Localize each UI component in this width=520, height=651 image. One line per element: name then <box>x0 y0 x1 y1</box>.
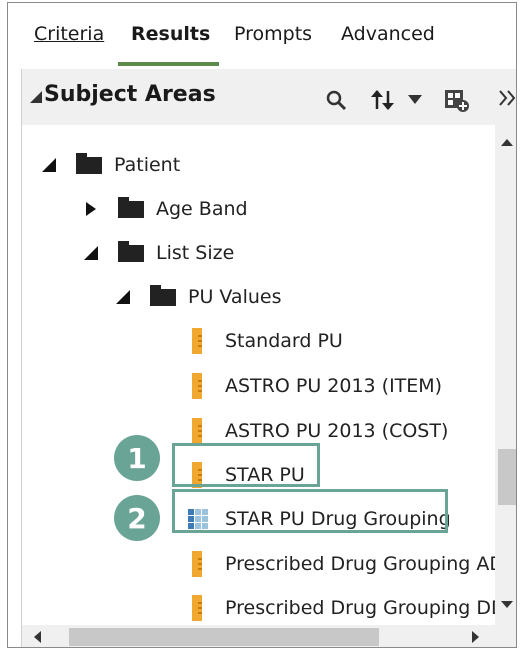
callout-box-1 <box>172 443 320 487</box>
folder-icon <box>118 240 144 262</box>
analysis-editor: Criteria Results Prompts Advanced Subjec… <box>7 2 517 648</box>
tree-item-astro-pu-item[interactable]: ASTRO PU 2013 (ITEM) <box>192 370 442 402</box>
measure-icon <box>192 595 202 621</box>
scroll-right-icon[interactable] <box>472 631 479 643</box>
tab-advanced[interactable]: Advanced <box>341 23 435 45</box>
scroll-up-icon[interactable] <box>501 139 513 146</box>
callout-badge-2: 2 <box>114 495 160 541</box>
expanded-triangle-icon[interactable] <box>42 158 56 172</box>
scroll-left-icon[interactable] <box>34 631 41 643</box>
collapse-triangle-icon[interactable] <box>30 91 42 103</box>
tree-item-pu-values[interactable]: PU Values <box>116 281 281 313</box>
tree-item-standard-pu[interactable]: Standard PU <box>192 325 343 357</box>
vertical-scroll-thumb[interactable] <box>498 449 516 505</box>
tree-item-label: Patient <box>114 154 181 176</box>
folder-icon <box>150 284 176 306</box>
scroll-down-icon[interactable] <box>501 601 513 608</box>
vertical-scrollbar[interactable] <box>495 125 516 625</box>
panel-title: Subject Areas <box>44 82 216 107</box>
callout-badge-1: 1 <box>114 435 160 481</box>
horizontal-scroll-thumb[interactable] <box>69 628 379 646</box>
tree-item-patient[interactable]: Patient <box>42 149 180 181</box>
collapsed-triangle-icon[interactable] <box>86 202 96 216</box>
panel-header: Subject Areas <box>22 69 517 125</box>
horizontal-scrollbar[interactable] <box>22 625 495 647</box>
expanded-triangle-icon[interactable] <box>84 246 98 260</box>
search-icon[interactable] <box>325 89 349 113</box>
tree-item-prescribed-drug-grouping-dd[interactable]: Prescribed Drug Grouping DD <box>192 592 495 624</box>
tab-bar: Criteria Results Prompts Advanced <box>8 3 516 66</box>
measure-icon <box>192 418 202 444</box>
tree-item-prescribed-drug-grouping-ad[interactable]: Prescribed Drug Grouping AD <box>192 548 495 580</box>
tab-criteria[interactable]: Criteria <box>34 23 104 45</box>
tree-item-age-band[interactable]: Age Band <box>86 193 248 225</box>
measure-icon <box>192 373 202 399</box>
measure-icon <box>192 551 202 577</box>
subject-areas-panel: Subject Areas Patient Age Band List Size… <box>21 69 517 647</box>
subject-area-tree: Patient Age Band List Size PU Values Sta… <box>22 125 495 625</box>
tab-results[interactable]: Results <box>131 23 210 45</box>
sort-icon[interactable] <box>370 87 396 113</box>
measure-icon <box>192 328 202 354</box>
folder-icon <box>76 152 102 174</box>
tree-item-label: PU Values <box>188 286 282 308</box>
tab-prompts[interactable]: Prompts <box>234 23 312 45</box>
tree-item-label: ASTRO PU 2013 (ITEM) <box>225 375 443 397</box>
active-tab-indicator <box>118 62 219 66</box>
add-columns-icon[interactable] <box>444 87 470 113</box>
folder-icon <box>118 196 144 218</box>
tree-item-list-size[interactable]: List Size <box>84 237 234 269</box>
expanded-triangle-icon[interactable] <box>116 290 130 304</box>
expand-panel-icon[interactable] <box>498 87 517 109</box>
tree-item-label: ASTRO PU 2013 (COST) <box>225 420 449 442</box>
tree-item-label: List Size <box>156 242 235 264</box>
tree-item-label: Prescribed Drug Grouping DD <box>225 597 495 619</box>
callout-box-2 <box>172 489 448 533</box>
tree-item-label: Age Band <box>156 198 248 220</box>
tree-item-label: Prescribed Drug Grouping AD <box>225 553 495 575</box>
chevron-down-icon[interactable] <box>408 95 422 105</box>
tree-item-label: Standard PU <box>225 330 343 352</box>
